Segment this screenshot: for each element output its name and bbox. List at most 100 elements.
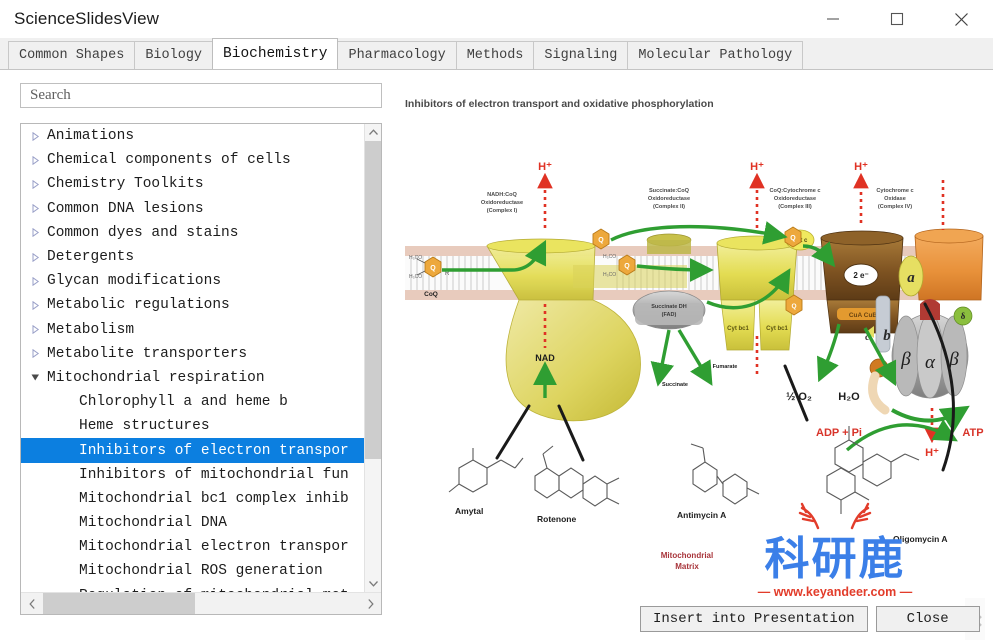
triangle-right-icon[interactable] bbox=[27, 276, 43, 286]
triangle-right-icon[interactable] bbox=[27, 204, 43, 214]
tree-horizontal-scrollbar[interactable] bbox=[21, 592, 381, 614]
triangle-right-icon[interactable] bbox=[27, 252, 43, 262]
maximize-button[interactable] bbox=[865, 0, 929, 38]
close-button[interactable] bbox=[929, 0, 993, 38]
insert-into-presentation-button[interactable]: Insert into Presentation bbox=[640, 606, 868, 632]
svg-text:Q: Q bbox=[790, 235, 796, 242]
search-input[interactable] bbox=[28, 84, 381, 107]
tree-item[interactable]: Metabolite transporters bbox=[21, 342, 364, 366]
tree-item-label: Common DNA lesions bbox=[47, 200, 204, 217]
triangle-right-icon[interactable] bbox=[27, 131, 43, 141]
tab-biology[interactable]: Biology bbox=[134, 41, 214, 69]
tree-item[interactable]: Chemical components of cells bbox=[21, 148, 364, 172]
scroll-up-button[interactable] bbox=[365, 124, 381, 141]
label-complex-iii-line3: (Complex III) bbox=[778, 204, 812, 210]
tree-item-label: Mitochondrial electron transpor bbox=[79, 539, 349, 556]
label-fumarate: Fumarate bbox=[713, 364, 738, 370]
tab-signaling[interactable]: Signaling bbox=[533, 41, 629, 69]
complex-iii: Cyt bc1 Cyt bc1 bbox=[716, 235, 798, 351]
scroll-down-button[interactable] bbox=[365, 575, 381, 592]
label-inhibitor-oligomycin-a: Oligomycin A bbox=[893, 534, 947, 544]
label-coq: CoQ bbox=[424, 291, 438, 298]
chevron-right-icon bbox=[367, 598, 374, 609]
chevron-down-icon bbox=[369, 581, 378, 587]
tab-methods[interactable]: Methods bbox=[455, 41, 535, 69]
tree-item-label: Metabolite transporters bbox=[47, 345, 248, 362]
tree-item[interactable]: Metabolism bbox=[21, 318, 364, 342]
label-proton-1: H⁺ bbox=[538, 161, 552, 173]
tree-item-label: Detergents bbox=[47, 249, 135, 266]
svg-text:Q: Q bbox=[430, 265, 436, 272]
minimize-button[interactable] bbox=[801, 0, 865, 38]
arrow-succinate-dh-left bbox=[650, 329, 675, 387]
triangle-right-icon[interactable] bbox=[27, 300, 43, 310]
tree-item-label: Chemistry Toolkits bbox=[47, 176, 204, 193]
structure-antimycin bbox=[690, 443, 760, 505]
tab-molecular-pathology[interactable]: Molecular Pathology bbox=[627, 41, 804, 69]
tree-item[interactable]: Mitochondrial bc1 complex inhib bbox=[21, 487, 364, 511]
title-bar: ScienceSlidesView bbox=[0, 0, 993, 38]
tree-item-label: Glycan modifications bbox=[47, 273, 222, 290]
label-complex-iii-line2: Oxidoreductase bbox=[774, 196, 816, 202]
pointer-amytal bbox=[495, 404, 531, 460]
tree-item[interactable]: Mitochondrial ROS generation bbox=[21, 559, 364, 583]
tree-item[interactable]: Chlorophyll a and heme b bbox=[21, 390, 364, 414]
label-complex-iv-line1: Cytochrome c bbox=[876, 188, 913, 194]
tree-item-label: Common dyes and stains bbox=[47, 224, 239, 241]
tree-item[interactable]: Animations bbox=[21, 124, 364, 148]
triangle-right-icon[interactable] bbox=[27, 325, 43, 335]
tree-item-label: Heme structures bbox=[79, 418, 210, 435]
label-complex-ii-line1: Succinate:CoQ bbox=[649, 188, 690, 194]
scroll-thumb-vertical[interactable] bbox=[365, 141, 381, 459]
label-proton-4: H⁺ bbox=[925, 447, 939, 459]
tree-item[interactable]: Heme structures bbox=[21, 414, 364, 438]
label-complex-ii-line2: Oxidoreductase bbox=[648, 196, 690, 202]
scroll-right-button[interactable] bbox=[359, 593, 381, 615]
tree-item[interactable]: Mitochondrial DNA bbox=[21, 511, 364, 535]
tree-item[interactable]: Common DNA lesions bbox=[21, 197, 364, 221]
tree-viewport[interactable]: Animations Chemical components of cells Ch… bbox=[21, 124, 364, 592]
tree-item[interactable]: Regulation of mitochondrial met bbox=[21, 584, 364, 592]
search-field[interactable] bbox=[20, 83, 382, 108]
scroll-left-button[interactable] bbox=[21, 593, 43, 615]
svg-text:R: R bbox=[445, 271, 450, 277]
tree-item[interactable]: Chemistry Toolkits bbox=[21, 172, 364, 196]
close-dialog-button[interactable]: Close bbox=[875, 606, 980, 632]
tree-vertical-scrollbar[interactable] bbox=[364, 124, 381, 592]
svg-text:Q: Q bbox=[598, 237, 604, 244]
tree-item[interactable]: Mitochondrial respiration bbox=[21, 366, 364, 390]
triangle-down-icon[interactable] bbox=[27, 373, 43, 382]
label-matrix-line2: Matrix bbox=[675, 562, 699, 571]
svg-text:Q: Q bbox=[624, 263, 630, 270]
tab-biochemistry[interactable]: Biochemistry bbox=[212, 38, 339, 69]
label-matrix-line1: Mitochondrial bbox=[661, 551, 713, 560]
label-cyt-bc1-left: Cyt bc1 bbox=[727, 326, 749, 332]
scroll-track-horizontal[interactable] bbox=[43, 592, 359, 614]
arrow-succinate-dh-right bbox=[677, 329, 713, 386]
label-cua-cub: CuA CuB bbox=[849, 312, 878, 319]
label-atp: ATP bbox=[962, 427, 983, 439]
browser-panel: Animations Chemical components of cells Ch… bbox=[0, 70, 387, 640]
tree-item[interactable]: Common dyes and stains bbox=[21, 221, 364, 245]
tree-item[interactable]: Glycan modifications bbox=[21, 269, 364, 293]
triangle-right-icon[interactable] bbox=[27, 155, 43, 165]
electron-transport-chain-diagram: Succinate DH (FAD) Cyt bc1 Cyt bc1 Cyt c bbox=[405, 161, 984, 571]
tab-common-shapes[interactable]: Common Shapes bbox=[8, 41, 136, 69]
close-icon bbox=[954, 12, 968, 26]
slide-figure[interactable]: Succinate DH (FAD) Cyt bc1 Cyt bc1 Cyt c bbox=[387, 118, 993, 588]
tree-item[interactable]: Metabolic regulations bbox=[21, 293, 364, 317]
scroll-thumb-horizontal[interactable] bbox=[43, 592, 195, 614]
label-subunit-a: a bbox=[907, 270, 915, 286]
tree-item[interactable]: Inhibitors of electron transpor bbox=[21, 438, 364, 463]
tree-item-label: Mitochondrial bc1 complex inhib bbox=[79, 490, 349, 507]
coq-complex3: Q bbox=[784, 226, 802, 248]
triangle-right-icon[interactable] bbox=[27, 179, 43, 189]
label-complex-i-line3: (Complex I) bbox=[487, 208, 518, 214]
tree-item[interactable]: Detergents bbox=[21, 245, 364, 269]
tree-item[interactable]: Inhibitors of mitochondrial fun bbox=[21, 463, 364, 487]
tab-pharmacology[interactable]: Pharmacology bbox=[337, 41, 457, 69]
triangle-right-icon[interactable] bbox=[27, 228, 43, 238]
tree-item-label: Inhibitors of mitochondrial fun bbox=[79, 466, 349, 483]
triangle-right-icon[interactable] bbox=[27, 349, 43, 359]
tree-item[interactable]: Mitochondrial electron transpor bbox=[21, 535, 364, 559]
